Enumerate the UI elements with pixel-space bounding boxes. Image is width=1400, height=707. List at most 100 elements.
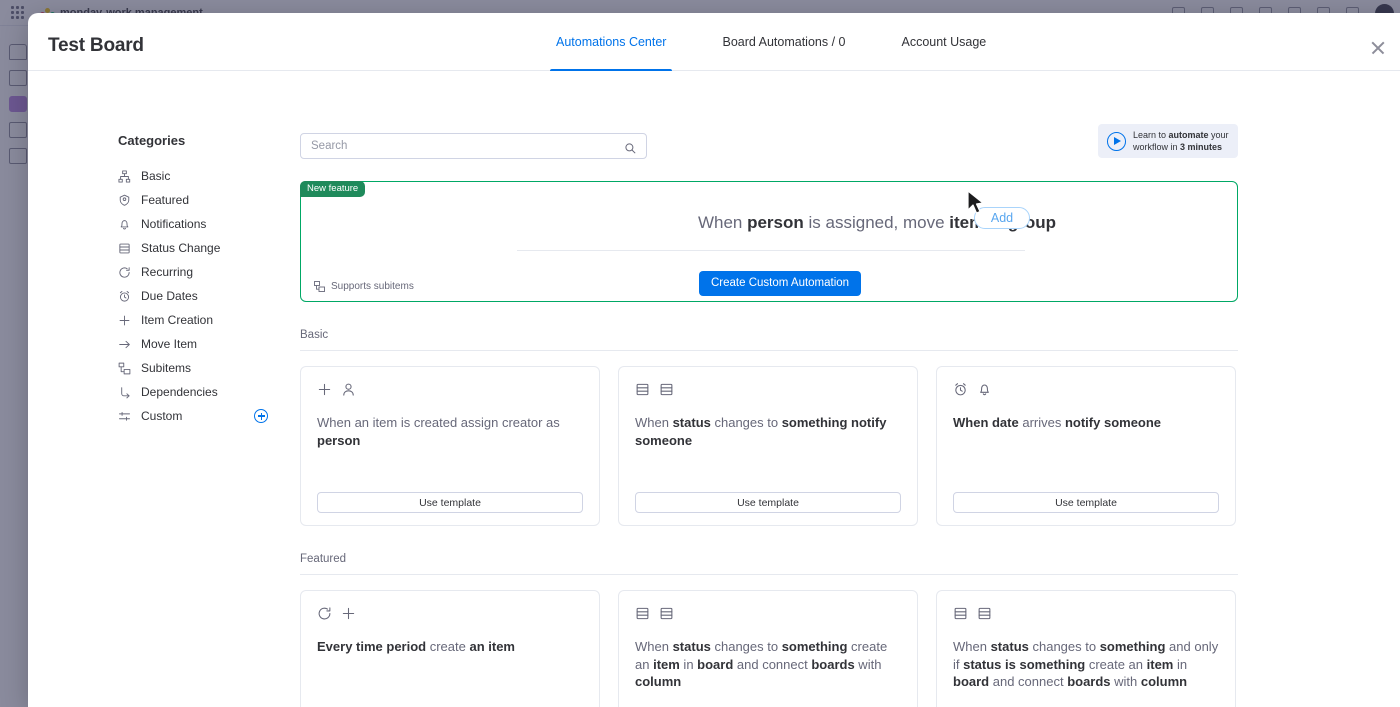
banner-recipe-part-2: is assigned, move	[803, 213, 950, 232]
automation-template-card[interactable]: When an item is created assign creator a…	[300, 366, 600, 526]
card-1-1-part-1: status	[672, 639, 711, 654]
automation-card-row: When an item is created assign creator a…	[300, 366, 1238, 526]
use-template-button[interactable]: Use template	[317, 492, 583, 513]
automation-template-card[interactable]: When status changes to something create …	[618, 590, 918, 707]
automation-card-row: Every time period create an itemUse temp…	[300, 590, 1238, 707]
categories-heading: Categories	[118, 133, 186, 148]
card-1-1-part-7: board	[697, 656, 734, 672]
automation-template-card[interactable]: When status changes to something notify …	[618, 366, 918, 526]
category-item-basic[interactable]: Basic	[118, 164, 300, 188]
page-title: Test Board	[48, 35, 144, 56]
card-0-1-part-0: When	[635, 415, 673, 430]
card-recipe-text: When an item is created assign creator a…	[317, 414, 583, 449]
play-icon	[1107, 131, 1126, 151]
learn-to-automate-promo[interactable]: Learn to automate your workflow in 3 min…	[1098, 124, 1238, 158]
close-icon[interactable]	[1370, 40, 1386, 56]
automation-sections: Basic When an item is created assign crea…	[300, 329, 1238, 707]
card-recipe-text: When status changes to something notify …	[635, 414, 901, 449]
card-0-1-part-1: status	[672, 415, 711, 430]
card-recipe-text: Every time period create an item	[317, 638, 583, 656]
tab-account-usage[interactable]: Account Usage	[873, 13, 1014, 71]
use-template-button[interactable]: Use template	[635, 492, 901, 513]
person-icon	[341, 382, 356, 402]
card-1-2-part-12: with	[1110, 674, 1141, 689]
section-divider	[300, 350, 1238, 351]
search-icon	[625, 141, 636, 154]
plus-icon	[341, 606, 356, 626]
status-icon	[977, 606, 992, 626]
search-input[interactable]	[311, 140, 625, 152]
automation-template-card[interactable]: When date arrives notify someone Use temp…	[936, 366, 1236, 526]
supports-subitems-note: Supports subitems	[314, 281, 414, 292]
category-item-custom[interactable]: Custom	[118, 404, 300, 428]
subitems-icon	[118, 362, 131, 375]
card-1-2-part-5: status is something	[963, 656, 1086, 672]
category-item-move-item[interactable]: Move Item	[118, 332, 300, 356]
card-recipe-text: When date arrives notify someone	[953, 414, 1219, 432]
card-0-2-part-1: arrives	[1018, 415, 1065, 430]
card-1-2-part-9: board	[953, 674, 990, 689]
card-icons	[953, 607, 1219, 625]
promo-line1-post: your	[1208, 130, 1229, 140]
add-category-icon[interactable]	[254, 409, 269, 423]
hierarchy-icon	[118, 169, 131, 183]
tab-board-automations[interactable]: Board Automations / 0	[694, 13, 873, 71]
banner-underline	[517, 250, 1025, 251]
card-icons	[953, 383, 1219, 401]
card-0-1-part-2: changes to	[710, 415, 782, 430]
bell-icon	[977, 382, 992, 402]
use-template-button[interactable]: Use template	[953, 492, 1219, 513]
card-recipe-text: When status changes to something create …	[635, 638, 901, 691]
search-box[interactable]	[300, 133, 647, 159]
category-item-label: Item Creation	[141, 313, 214, 327]
bell-icon	[118, 218, 131, 231]
status-icon	[635, 606, 650, 626]
status-icon	[659, 382, 674, 402]
dependency-icon	[118, 386, 131, 399]
card-icons	[635, 383, 901, 401]
arrow-right-icon	[118, 338, 131, 351]
card-1-1-part-11: column	[635, 674, 682, 689]
category-item-label: Recurring	[141, 265, 194, 279]
card-1-2-part-0: When	[953, 639, 991, 654]
promo-text: Learn to automate your workflow in 3 min…	[1133, 129, 1229, 153]
card-1-1-part-5: item	[653, 656, 680, 672]
card-icons	[317, 607, 583, 625]
new-feature-banner: New feature When person is assigned, mov…	[300, 181, 1238, 302]
card-recipe-text: When status changes to something and onl…	[953, 638, 1219, 691]
card-1-2-part-6: create an	[1085, 656, 1147, 672]
tab-automations-center[interactable]: Automations Center	[528, 13, 694, 71]
recurring-icon	[118, 266, 131, 279]
category-item-due-dates[interactable]: Due Dates	[118, 284, 300, 308]
category-item-featured[interactable]: Featured	[118, 188, 300, 212]
promo-line1-pre: Learn to	[1133, 130, 1169, 140]
card-1-2-part-2: changes to	[1028, 639, 1100, 654]
banner-recipe-text: When person is assigned, move item to gr…	[517, 212, 1237, 234]
section-divider	[300, 574, 1238, 575]
card-1-1-part-0: When	[635, 639, 673, 654]
category-item-status-change[interactable]: Status Change	[118, 236, 300, 260]
toolbar-row: Learn to automate your workflow in 3 min…	[300, 124, 1238, 159]
subitems-icon	[314, 281, 325, 292]
card-1-1-part-2: changes to	[710, 639, 782, 654]
category-item-notifications[interactable]: Notifications	[118, 212, 300, 236]
card-1-2-part-3: something	[1099, 639, 1166, 654]
card-1-1-part-6: in	[679, 656, 698, 672]
card-1-1-part-9: boards	[811, 656, 855, 672]
modal-body: Categories Basic Featured Notifications Sta…	[28, 71, 1400, 707]
card-1-2-part-10: and connect	[989, 674, 1068, 689]
sliders-icon	[118, 410, 131, 423]
automation-template-card[interactable]: When status changes to something and onl…	[936, 590, 1236, 707]
category-item-recurring[interactable]: Recurring	[118, 260, 300, 284]
card-0-0-part-0: When an item is created assign creator a…	[317, 415, 560, 430]
category-item-dependencies[interactable]: Dependencies	[118, 380, 300, 404]
banner-recipe-part-0: When	[697, 213, 748, 232]
category-item-subitems[interactable]: Subitems	[118, 356, 300, 380]
automation-template-card[interactable]: Every time period create an itemUse temp…	[300, 590, 600, 707]
category-item-label: Featured	[141, 193, 190, 207]
category-item-item-creation[interactable]: Item Creation	[118, 308, 300, 332]
modal-header: Test Board Automations Center Board Auto…	[28, 13, 1400, 71]
create-custom-automation-button[interactable]: Create Custom Automation	[699, 271, 862, 296]
card-1-1-part-10: with	[854, 656, 882, 672]
category-item-label: Basic	[141, 169, 171, 183]
